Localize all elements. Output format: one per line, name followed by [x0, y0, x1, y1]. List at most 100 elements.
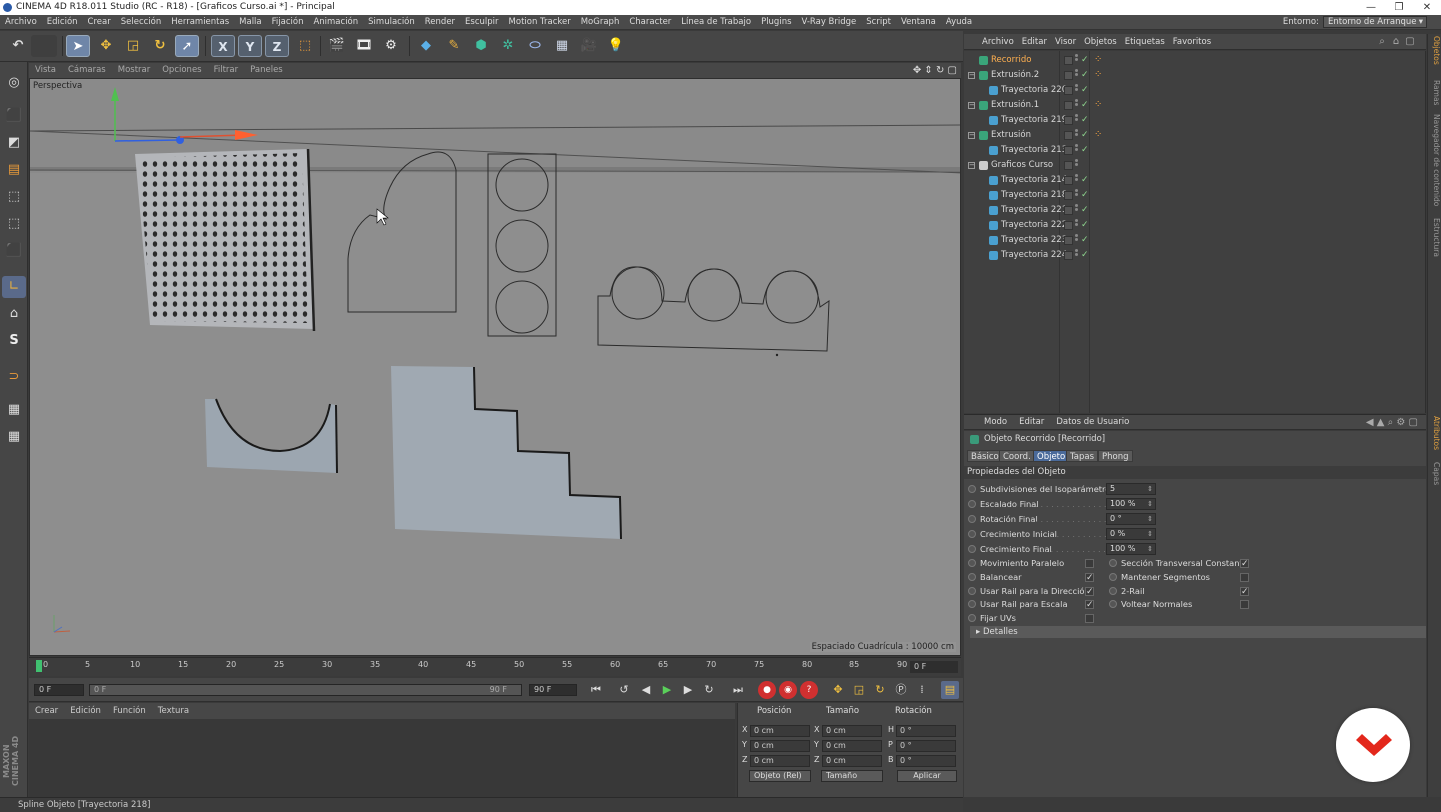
visibility-dots-icon[interactable]: [1075, 234, 1079, 246]
animate-dot-icon[interactable]: [968, 614, 976, 622]
minimize-button[interactable]: —: [1357, 0, 1385, 15]
visibility-dots-icon[interactable]: [1075, 159, 1079, 171]
rail-direction-checkbox[interactable]: ✓: [1085, 587, 1094, 597]
objmenu-objetos[interactable]: Objetos: [1080, 34, 1121, 50]
move-icon[interactable]: ✥: [94, 35, 118, 57]
material-menu-edicion[interactable]: Edición: [64, 703, 107, 719]
animate-dot-icon[interactable]: [968, 545, 976, 553]
live-selection-icon[interactable]: ➤: [66, 35, 90, 57]
current-frame-field[interactable]: 0 F: [910, 661, 958, 673]
layer-flag-icon[interactable]: [1064, 71, 1073, 80]
camera-icon[interactable]: 🎥: [577, 35, 601, 57]
previous-frame-icon[interactable]: ◀: [637, 681, 655, 699]
menu-simulacion[interactable]: Simulación: [363, 15, 420, 30]
phong-tag-icon[interactable]: ⁘: [1094, 54, 1102, 66]
object-name[interactable]: Recorrido: [991, 53, 1031, 68]
rail-scale-checkbox[interactable]: ✓: [1085, 600, 1094, 610]
enabled-check-icon[interactable]: ✓: [1081, 68, 1089, 83]
enabled-check-icon[interactable]: ✓: [1081, 218, 1089, 233]
menu-crear[interactable]: Crear: [83, 15, 116, 30]
viewport-perspective[interactable]: Perspectiva Espaciado Cuadrícula : 10000…: [29, 78, 961, 656]
polygons-mode-icon[interactable]: ⬛: [2, 240, 26, 262]
viewport-menu-camaras[interactable]: Cámaras: [62, 63, 112, 78]
menu-herramientas[interactable]: Herramientas: [166, 15, 234, 30]
menu-vray-bridge[interactable]: V-Ray Bridge: [797, 15, 862, 30]
layer-flag-icon[interactable]: [1064, 191, 1073, 200]
entorno-select[interactable]: Entorno de Arranque ▾: [1323, 16, 1427, 28]
maximize-button[interactable]: ❐: [1385, 0, 1413, 15]
menu-animacion[interactable]: Animación: [308, 15, 363, 30]
layer-flag-icon[interactable]: [1064, 251, 1073, 260]
deformer-icon[interactable]: ⬭: [523, 35, 547, 57]
model-mode-icon[interactable]: ◎: [2, 72, 26, 94]
menu-character[interactable]: Character: [624, 15, 676, 30]
object-name[interactable]: Extrusión: [991, 128, 1031, 143]
attr-nav-icons[interactable]: ◀ ▲ ⌕ ⚙ ▢: [1366, 415, 1418, 430]
axis-mode-icon[interactable]: ∟: [2, 276, 26, 298]
key-scale-icon[interactable]: ◲: [850, 681, 868, 699]
x-axis-lock-button[interactable]: X: [211, 35, 235, 57]
go-to-start-icon[interactable]: ⏮: [587, 681, 605, 699]
size-y-field[interactable]: 0 cm: [822, 740, 882, 752]
menu-plugins[interactable]: Plugins: [756, 15, 796, 30]
object-row[interactable]: Trayectoria 220 ✓: [964, 83, 1426, 98]
tweak-mode-icon[interactable]: ⌂: [2, 303, 26, 325]
next-frame-icon[interactable]: ▶: [679, 681, 697, 699]
layer-flag-icon[interactable]: [1064, 146, 1073, 155]
parallel-movement-checkbox[interactable]: [1085, 559, 1094, 568]
object-name[interactable]: Graficos Curso: [991, 158, 1053, 173]
start-growth-field[interactable]: 0 %: [1106, 528, 1156, 540]
undo-icon[interactable]: ↶: [5, 35, 31, 57]
menu-seleccion[interactable]: Selección: [116, 15, 167, 30]
object-name[interactable]: Trayectoria 223: [1001, 233, 1067, 248]
objmenu-archivo[interactable]: Archivo: [978, 34, 1018, 50]
object-name[interactable]: Trayectoria 221: [1001, 203, 1067, 218]
object-name[interactable]: Trayectoria 214: [1001, 173, 1067, 188]
tab-objetos[interactable]: Objetos: [1429, 36, 1441, 76]
tab-basico[interactable]: Básico: [967, 450, 1003, 462]
object-row[interactable]: Trayectoria 221 ✓: [964, 203, 1426, 218]
layer-flag-icon[interactable]: [1064, 131, 1073, 140]
visibility-dots-icon[interactable]: [1075, 189, 1079, 201]
objmenu-editar[interactable]: Editar: [1018, 34, 1051, 50]
attrmenu-datos-usuario[interactable]: Datos de Usuario: [1050, 415, 1135, 430]
size-z-field[interactable]: 0 cm: [822, 755, 882, 767]
previous-key-icon[interactable]: ↺: [615, 681, 633, 699]
rotation-h-field[interactable]: 0 °: [896, 725, 956, 737]
attrmenu-editar[interactable]: Editar: [1013, 415, 1050, 430]
object-row[interactable]: Trayectoria 224 ✓: [964, 248, 1426, 263]
menu-mograph[interactable]: MoGraph: [576, 15, 625, 30]
render-picture-viewer-icon[interactable]: 🎞: [352, 35, 376, 57]
timeline-playhead[interactable]: [36, 660, 42, 672]
coords-mode-select[interactable]: Objeto (Rel): [749, 770, 811, 782]
menu-malla[interactable]: Malla: [234, 15, 266, 30]
enabled-check-icon[interactable]: ✓: [1081, 143, 1089, 158]
object-row[interactable]: Trayectoria 219 ✓: [964, 113, 1426, 128]
object-name[interactable]: Trayectoria 224: [1001, 248, 1067, 263]
stick-uvs-checkbox[interactable]: [1085, 614, 1094, 623]
banking-checkbox[interactable]: ✓: [1085, 573, 1094, 583]
enabled-check-icon[interactable]: ✓: [1081, 188, 1089, 203]
animate-dot-icon[interactable]: [968, 573, 976, 581]
object-name[interactable]: Trayectoria 213: [1001, 143, 1067, 158]
collapse-icon[interactable]: −: [968, 102, 975, 109]
tab-navegador[interactable]: Navegador de contenido: [1429, 114, 1441, 214]
keyframe-selection-icon[interactable]: ?: [800, 681, 818, 699]
render-settings-icon[interactable]: ⚙: [379, 35, 403, 57]
enabled-check-icon[interactable]: ✓: [1081, 113, 1089, 128]
enabled-check-icon[interactable]: ✓: [1081, 248, 1089, 263]
visibility-dots-icon[interactable]: [1075, 219, 1079, 231]
rotation-p-field[interactable]: 0 °: [896, 740, 956, 752]
visibility-dots-icon[interactable]: [1075, 174, 1079, 186]
object-name[interactable]: Trayectoria 222: [1001, 218, 1067, 233]
search-icon[interactable]: ⌕: [1376, 36, 1388, 48]
record-active-icon[interactable]: ●: [758, 681, 776, 699]
collapse-icon[interactable]: −: [968, 72, 975, 79]
material-manager-area[interactable]: [29, 719, 735, 797]
menu-script[interactable]: Script: [861, 15, 896, 30]
object-name[interactable]: Trayectoria 220: [1001, 83, 1067, 98]
object-row[interactable]: Trayectoria 218 ✓: [964, 188, 1426, 203]
layer-flag-icon[interactable]: [1064, 236, 1073, 245]
planar-workplane-icon[interactable]: ▦: [2, 426, 26, 448]
subdivision-surface-icon[interactable]: ⬢: [469, 35, 493, 57]
